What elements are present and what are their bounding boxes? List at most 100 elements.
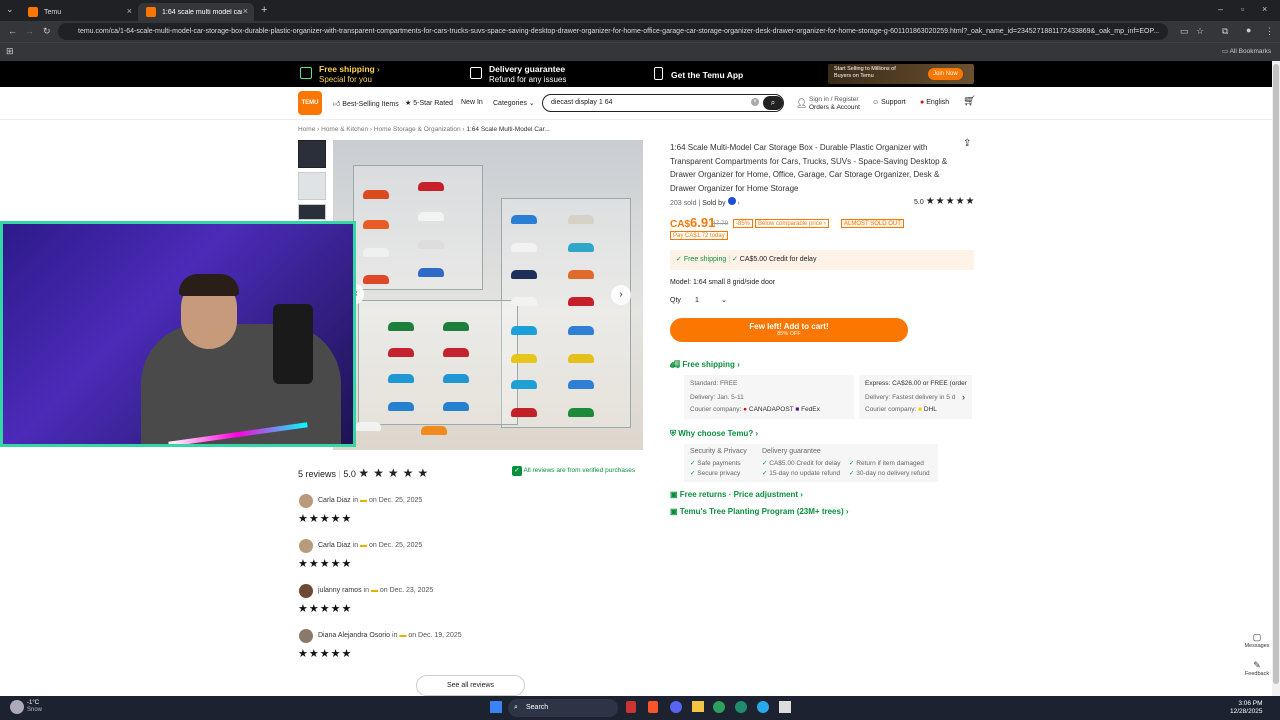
- model-selector[interactable]: Model: 1:64 small 8 grid/side door: [670, 279, 775, 286]
- search-input[interactable]: diecast display 1 64: [542, 94, 784, 112]
- tab-menu-icon[interactable]: ⌄: [6, 4, 14, 15]
- orders-label: Orders & Account: [809, 104, 860, 111]
- qty-select[interactable]: 1 ⌄: [689, 295, 731, 307]
- tree-program-link[interactable]: ▣ Temu's Tree Planting Program (23M+ tre…: [670, 507, 849, 516]
- discord-icon[interactable]: [670, 701, 682, 713]
- file-explorer-icon[interactable]: [692, 701, 704, 712]
- close-tab-icon[interactable]: ×: [127, 6, 132, 16]
- chrome-icon[interactable]: [713, 701, 725, 713]
- telegram-icon[interactable]: [757, 701, 769, 713]
- below-price-badge[interactable]: Below comparable price ›: [755, 219, 829, 228]
- gallery-thumbnail[interactable]: [298, 140, 326, 168]
- nav-best-selling[interactable]: 👍︎ Best-Selling Items: [333, 99, 399, 108]
- free-returns-link[interactable]: ▣ Free returns · Price adjustment ›: [670, 490, 803, 499]
- support-link[interactable]: ☺ Support: [872, 99, 906, 106]
- shipping-section-header[interactable]: 🚚︎ Free shipping ›: [670, 360, 740, 369]
- new-tab-icon[interactable]: +: [261, 4, 267, 16]
- minimize-icon[interactable]: –: [1218, 4, 1223, 14]
- review-date: on Dec. 25, 2025: [369, 542, 423, 549]
- app-icon[interactable]: [779, 701, 791, 713]
- nav-new-in[interactable]: New In: [461, 99, 483, 106]
- scrollbar-thumb[interactable]: [1273, 64, 1279, 684]
- clock[interactable]: 3:06 PM 12/28/2025: [1230, 700, 1263, 716]
- nav-five-star[interactable]: ★ 5-Star Rated: [405, 99, 453, 107]
- feedback-button[interactable]: ✎ Feedback: [1242, 660, 1272, 677]
- join-now-button[interactable]: Join Now: [928, 68, 963, 80]
- address-bar[interactable]: temu.com/ca/1-64-scale-multi-model-car-s…: [58, 23, 1168, 40]
- express-shipping-panel[interactable]: Express: CA$26.00 or FREE (order Deliver…: [859, 375, 972, 419]
- forward-icon[interactable]: →: [25, 26, 34, 36]
- temu-favicon-icon: [28, 7, 38, 17]
- search-button[interactable]: ⌕: [763, 96, 783, 110]
- reviews-count[interactable]: 5 reviews: [298, 469, 336, 479]
- product-rating[interactable]: 5.0 ★★★★★: [914, 196, 976, 207]
- next-image-button[interactable]: ›: [611, 285, 631, 305]
- standard-courier: Courier company: ● CANADAPOST ■ FedEx: [690, 406, 820, 413]
- taskbar-search[interactable]: ⌕ Search: [508, 699, 618, 717]
- product-main-image[interactable]: ›: [333, 140, 643, 450]
- brave-icon[interactable]: [648, 701, 658, 713]
- toy-car: [363, 275, 389, 284]
- shield-check-icon: ✓: [512, 466, 522, 476]
- pay-info-badge[interactable]: Pay CA$1.72 today: [670, 231, 728, 240]
- add-to-cart-sub: 85% OFF: [777, 331, 801, 337]
- gallery-thumbnail[interactable]: [298, 172, 326, 200]
- breadcrumb-home[interactable]: Home: [298, 126, 315, 133]
- messages-button[interactable]: ▢ Messages: [1242, 632, 1272, 649]
- why-choose-header[interactable]: ⛨ Why choose Temu? ›: [670, 429, 758, 439]
- promo-delivery-guarantee[interactable]: Delivery guarantee Refund for any issues: [489, 64, 566, 85]
- review-date: on Dec. 25, 2025: [369, 497, 423, 504]
- see-all-reviews-button[interactable]: See all reviews: [416, 675, 525, 696]
- seller-banner[interactable]: Start Selling to Millions of Buyers on T…: [828, 64, 974, 84]
- promo-get-app[interactable]: Get the Temu App: [671, 70, 743, 81]
- cart-icon[interactable]: 🛒︎: [963, 96, 976, 107]
- close-tab-icon[interactable]: ×: [243, 6, 248, 16]
- account-link[interactable]: Sign in / Register Orders & Account: [809, 96, 860, 112]
- apps-icon[interactable]: ⊞: [6, 46, 14, 57]
- toy-car: [511, 354, 537, 363]
- maximize-icon[interactable]: ▫: [1241, 4, 1244, 14]
- browser-menu-icon[interactable]: ⋮: [1265, 26, 1274, 37]
- extensions-icon[interactable]: ⧉: [1222, 26, 1228, 37]
- breadcrumb-home-kitchen[interactable]: Home & Kitchen: [321, 126, 368, 133]
- language-selector[interactable]: ● English: [920, 99, 949, 106]
- promo-bar: Free shipping › Special for you Delivery…: [0, 61, 1272, 87]
- seller-icon[interactable]: [727, 197, 736, 205]
- share-icon[interactable]: ⇪: [963, 138, 971, 149]
- sold-count: 203 sold: [670, 200, 697, 207]
- all-bookmarks-link[interactable]: ▭ All Bookmarks: [1222, 47, 1271, 55]
- toy-car: [443, 348, 469, 357]
- toy-car: [363, 220, 389, 229]
- user-icon: 👤︎: [796, 98, 808, 108]
- edge-icon[interactable]: [735, 701, 747, 713]
- sold-by-label[interactable]: Sold by: [702, 200, 725, 207]
- review-stars: ★★★★★: [298, 513, 353, 525]
- windows-start-icon[interactable]: [490, 701, 502, 713]
- cast-icon[interactable]: ▭: [1180, 26, 1189, 37]
- app-icon[interactable]: [626, 701, 636, 713]
- reviewer-name: Diana Alejandra Osorio: [318, 632, 390, 639]
- nav-categories-label: Categories: [493, 100, 527, 107]
- back-icon[interactable]: ←: [8, 26, 17, 36]
- add-to-cart-button[interactable]: Few left! Add to cart! 85% OFF: [670, 318, 908, 342]
- shipbar-free-shipping: Free shipping: [683, 256, 727, 263]
- breadcrumb-home-storage[interactable]: Home Storage & Organization: [374, 126, 461, 133]
- tab-temu[interactable]: Temu ×: [20, 3, 138, 21]
- clear-search-icon[interactable]: ×: [751, 98, 759, 106]
- temu-logo[interactable]: TEMU: [298, 91, 322, 115]
- nav-best-selling-label: Best-Selling Items: [342, 101, 399, 108]
- bookmark-star-icon[interactable]: ☆: [1196, 26, 1204, 37]
- weather-widget[interactable]: -1°C Snow: [27, 700, 42, 714]
- why-choose-panel: Security & Privacy ✓ Safe payments ✓ Sec…: [684, 444, 938, 482]
- close-window-icon[interactable]: ×: [1262, 4, 1267, 14]
- chevron-right-icon[interactable]: ›: [962, 392, 965, 402]
- tab-product[interactable]: 1:64 scale multi model car stora ×: [138, 3, 254, 21]
- standard-label: Standard: FREE: [690, 380, 738, 387]
- profile-icon[interactable]: ●: [1246, 25, 1251, 35]
- nav-categories[interactable]: Categories ⌄: [493, 99, 535, 107]
- weather-icon[interactable]: [10, 700, 24, 714]
- reload-icon[interactable]: ↻: [43, 26, 51, 37]
- promo-free-shipping[interactable]: Free shipping › Special for you: [319, 64, 380, 85]
- toy-car: [388, 348, 414, 357]
- gallery-thumbnail[interactable]: [298, 204, 326, 220]
